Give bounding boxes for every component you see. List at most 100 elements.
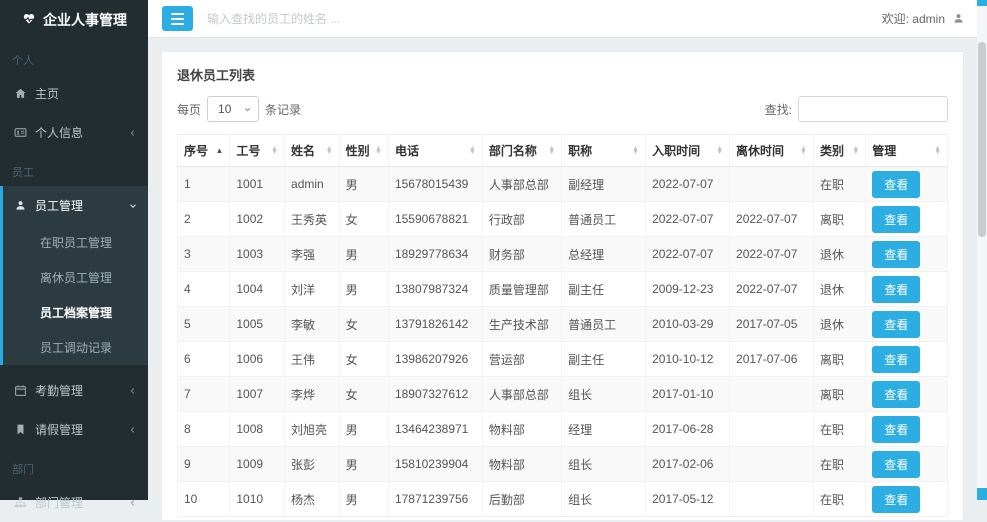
table-cell: 刘旭亮 [285, 412, 340, 447]
column-header-1[interactable]: 工号▲▼ [230, 135, 285, 167]
sort-asc-icon: ▲ [215, 146, 223, 155]
page-title: 退休员工列表 [162, 52, 963, 96]
sort-icon: ▲▼ [375, 147, 382, 155]
table-cell: 财务部 [482, 237, 561, 272]
sort-icon: ▲▼ [632, 147, 639, 155]
person-icon [952, 12, 965, 25]
sidebar-item-attendance[interactable]: 考勤管理 [0, 371, 148, 410]
table-cell [730, 412, 814, 447]
home-icon [14, 87, 27, 100]
sidebar-item-personal-info[interactable]: 个人信息 [0, 113, 148, 152]
table-cell: 1006 [230, 342, 285, 377]
table-cell: 总经理 [562, 237, 646, 272]
table-cell: 1002 [230, 202, 285, 237]
column-header-2[interactable]: 姓名▲▼ [285, 135, 340, 167]
column-header-9[interactable]: 类别▲▼ [813, 135, 865, 167]
sidebar-toggle-button[interactable] [162, 6, 193, 31]
view-button[interactable]: 查看 [872, 451, 920, 478]
sitemap-icon [14, 496, 27, 509]
sort-icon: ▲▼ [934, 147, 941, 155]
sort-icon: ▲▼ [469, 147, 476, 155]
table-cell: 在职 [813, 412, 865, 447]
table-cell: 副主任 [562, 342, 646, 377]
view-button[interactable]: 查看 [872, 381, 920, 408]
sidebar-item-leave[interactable]: 请假管理 [0, 410, 148, 449]
table-cell: 营运部 [482, 342, 561, 377]
sort-icon: ▲▼ [326, 147, 333, 155]
view-button[interactable]: 查看 [872, 241, 920, 268]
column-header-0[interactable]: 序号▲ [178, 135, 230, 167]
table-cell: 4 [178, 272, 230, 307]
table-cell: 1010 [230, 482, 285, 517]
column-label: 管理 [872, 142, 896, 159]
column-header-5[interactable]: 部门名称▲▼ [482, 135, 561, 167]
sidebar-item-department-management[interactable]: 部门管理 [0, 483, 148, 522]
view-button[interactable]: 查看 [872, 206, 920, 233]
find-label: 查找: [765, 101, 792, 118]
retired-employee-table: 序号▲工号▲▼姓名▲▼性别▲▼电话▲▼部门名称▲▼职称▲▼入职时间▲▼离休时间▲… [177, 134, 948, 517]
table-cell: 副主任 [562, 272, 646, 307]
table-cell-actions: 查看 [866, 307, 948, 342]
table-cell: 13464238971 [388, 412, 482, 447]
table-cell: 生产技术部 [482, 307, 561, 342]
scrollbar-thumb[interactable] [978, 42, 986, 237]
view-button[interactable]: 查看 [872, 346, 920, 373]
view-button[interactable]: 查看 [872, 486, 920, 513]
table-cell: 质量管理部 [482, 272, 561, 307]
sidebar-subitem-transfer-records[interactable]: 员工调动记录 [3, 330, 148, 365]
view-button[interactable]: 查看 [872, 416, 920, 443]
table-row: 81008刘旭亮男13464238971物料部经理2017-06-28在职查看 [178, 412, 948, 447]
table-cell: 15590678821 [388, 202, 482, 237]
sidebar-nav: 个人 主页 个人信息 员工 [0, 40, 148, 522]
table-filter-input[interactable] [798, 96, 948, 122]
table-cell: 退休 [813, 307, 865, 342]
per-page-prefix: 每页 [177, 101, 201, 118]
chevron-left-icon [128, 425, 138, 435]
table-cell: 2017-05-12 [646, 482, 730, 517]
sidebar-item-label: 部门管理 [35, 494, 120, 511]
table-cell-actions: 查看 [866, 447, 948, 482]
table-cell: 1001 [230, 167, 285, 202]
table-row: 51005李敏女13791826142生产技术部普通员工2010-03-2920… [178, 307, 948, 342]
column-header-7[interactable]: 入职时间▲▼ [646, 135, 730, 167]
sidebar-item-employee-management[interactable]: 员工管理 [3, 186, 148, 225]
table-cell-actions: 查看 [866, 272, 948, 307]
hamburger-icon [171, 13, 184, 15]
column-label: 工号 [236, 142, 260, 159]
view-button[interactable]: 查看 [872, 276, 920, 303]
view-button[interactable]: 查看 [872, 171, 920, 198]
sidebar-item-home[interactable]: 主页 [0, 74, 148, 113]
sidebar-subitem-retired-employees[interactable]: 离休员工管理 [3, 260, 148, 295]
column-label: 离休时间 [736, 142, 784, 159]
sidebar-subitem-active-employees[interactable]: 在职员工管理 [3, 225, 148, 260]
table-cell: 17871239756 [388, 482, 482, 517]
bookmark-icon [14, 423, 27, 436]
employee-search-input[interactable] [207, 12, 527, 26]
view-button[interactable]: 查看 [872, 311, 920, 338]
column-header-4[interactable]: 电话▲▼ [388, 135, 482, 167]
column-header-10[interactable]: 管理 ▲▼ [866, 135, 948, 167]
sort-icon: ▲▼ [548, 147, 555, 155]
table-cell: 女 [339, 377, 388, 412]
page-scrollbar [977, 0, 987, 500]
table-cell: 2022-07-07 [646, 167, 730, 202]
per-page-select[interactable]: 10 [207, 96, 259, 122]
column-header-6[interactable]: 职称▲▼ [562, 135, 646, 167]
user-menu[interactable]: 欢迎: admin [882, 10, 973, 27]
table-cell: 1003 [230, 237, 285, 272]
column-header-3[interactable]: 性别▲▼ [339, 135, 388, 167]
section-label-personal: 个人 [0, 40, 148, 74]
employee-management-block: 员工管理 在职员工管理 离休员工管理 员工档案管理 员工调动记录 [0, 186, 148, 365]
table-row: 41004刘洋男13807987324质量管理部副主任2009-12-23202… [178, 272, 948, 307]
table-cell: 杨杰 [285, 482, 340, 517]
table-cell: 李敏 [285, 307, 340, 342]
sidebar-subitem-employee-archives[interactable]: 员工档案管理 [3, 295, 148, 330]
table-cell: 2017-07-05 [730, 307, 814, 342]
chevron-left-icon [128, 386, 138, 396]
welcome-text: 欢迎: admin [882, 10, 945, 27]
column-header-8[interactable]: 离休时间▲▼ [730, 135, 814, 167]
table-cell-actions: 查看 [866, 377, 948, 412]
table-cell: 1008 [230, 412, 285, 447]
table-cell: 女 [339, 307, 388, 342]
id-card-icon [14, 126, 27, 139]
